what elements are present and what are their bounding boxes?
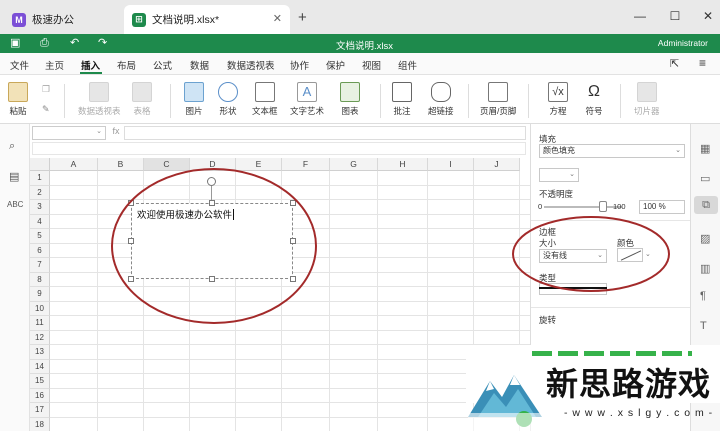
annotation-circle-border bbox=[512, 216, 670, 292]
watermark-title: 新思路游戏 bbox=[546, 365, 712, 403]
site-watermark: 新思路游戏 - w w w . x s l g y . c o m - bbox=[466, 345, 720, 431]
watermark-stripe bbox=[532, 351, 692, 356]
watermark-url: - w w w . x s l g y . c o m - bbox=[564, 407, 714, 419]
mountain-logo-icon bbox=[468, 375, 544, 431]
annotation-circle-textbox bbox=[111, 168, 317, 324]
